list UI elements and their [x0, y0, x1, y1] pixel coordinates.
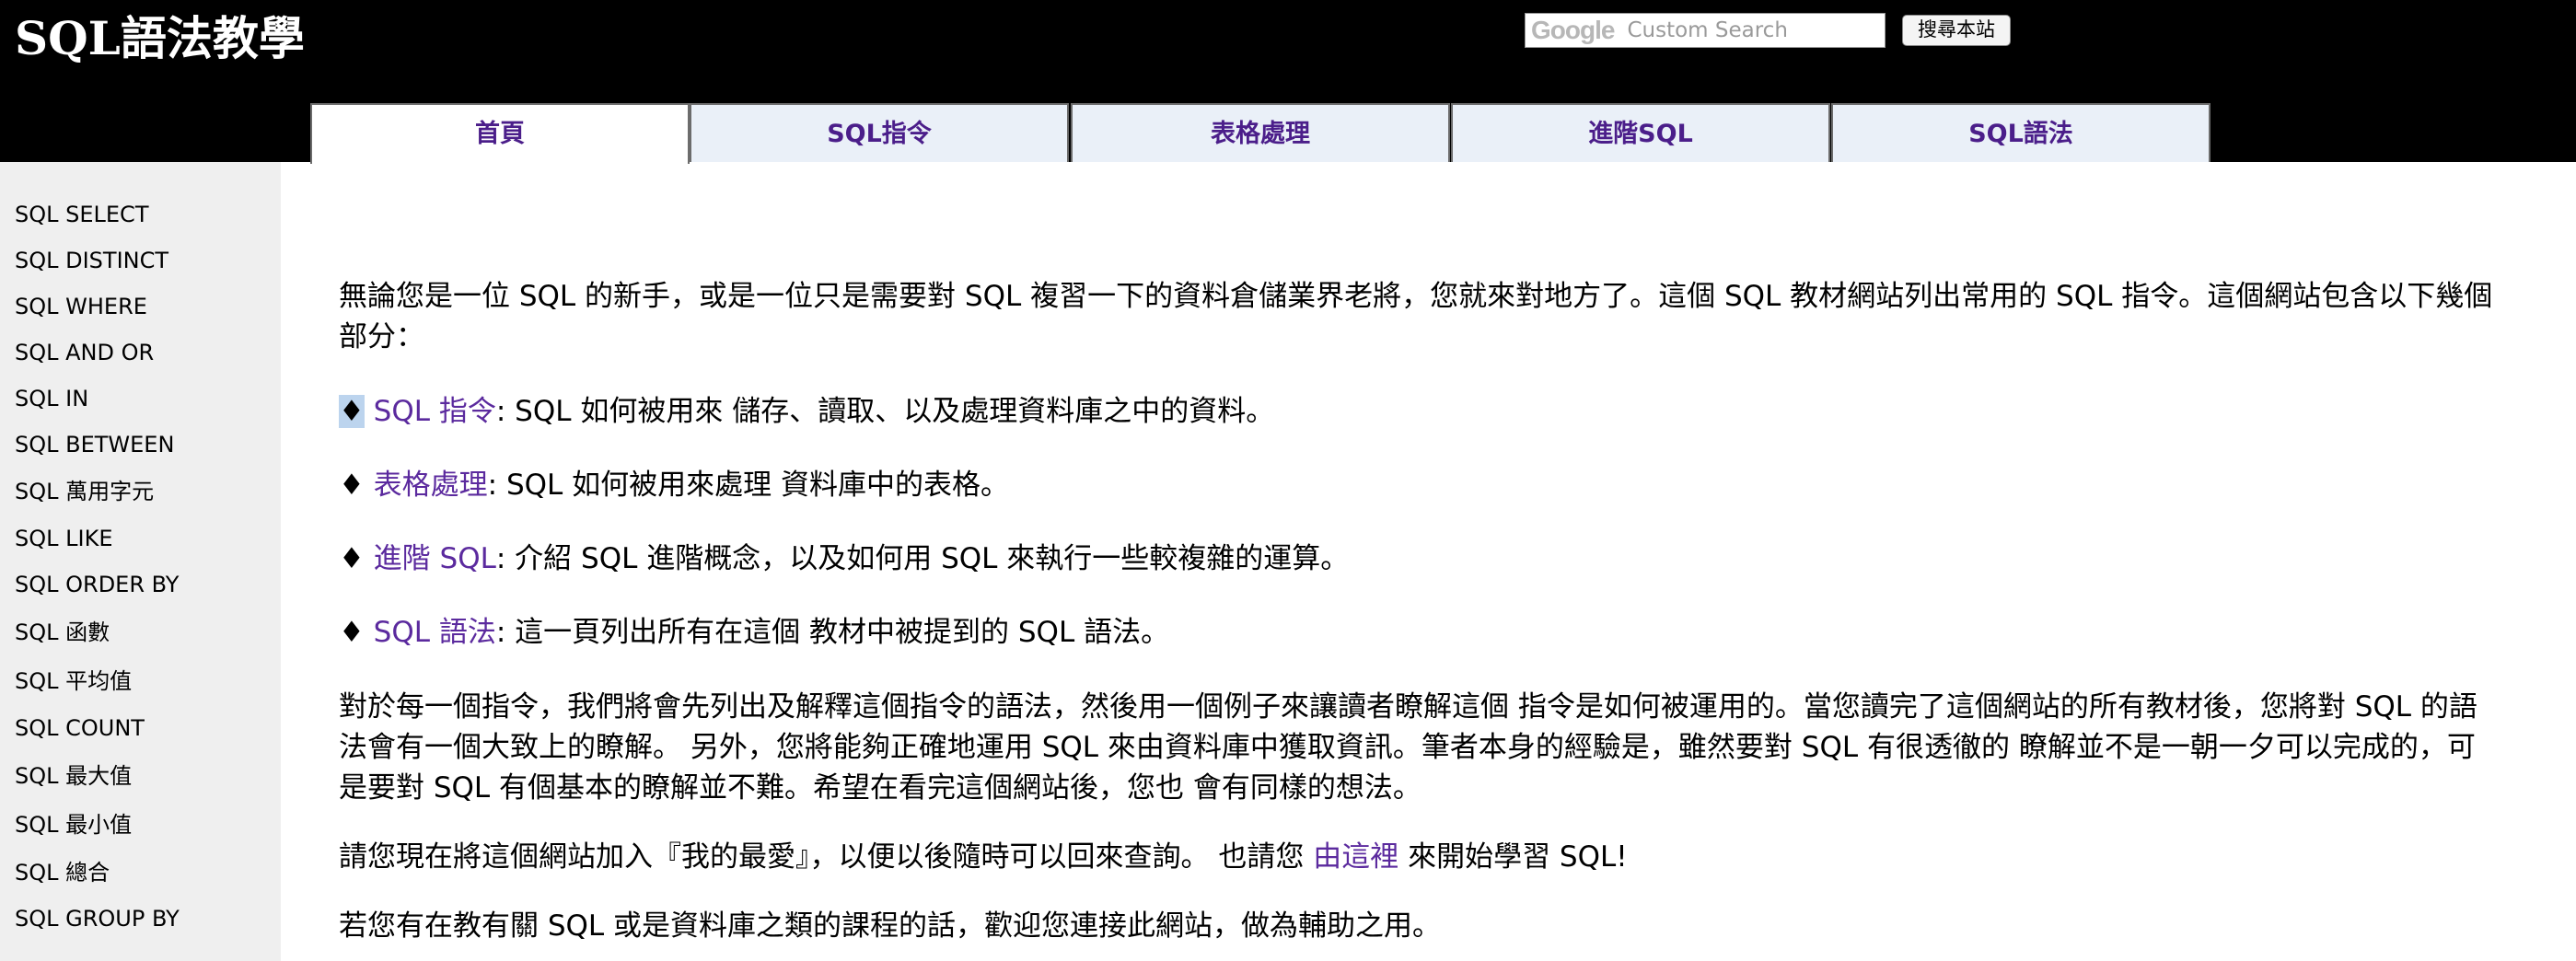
- sidebar-item-wildcard[interactable]: SQL 萬用字元: [15, 478, 154, 505]
- bookmark-text-end: 來開始學習 SQL!: [1398, 840, 1628, 874]
- tab-home[interactable]: 首頁: [310, 103, 690, 164]
- sidebar-item-avg[interactable]: SQL 平均值: [15, 667, 132, 695]
- explanation-paragraph: 對於每一個指令，我們將會先列出及解釋這個指令的語法，然後用一個例子來讓讀者瞭解這…: [339, 690, 2477, 805]
- diamond-icon: ♦: [339, 395, 365, 428]
- section-item-sql-syntax: ♦ SQL 語法: 這一頁列出所有在這個 教材中被提到的 SQL 語法。: [339, 612, 2502, 653]
- sidebar-item-distinct[interactable]: SQL DISTINCT: [15, 247, 168, 274]
- section-description: : SQL 如何被用來處理 資料庫中的表格。: [487, 469, 1010, 502]
- sidebar-item-group-by[interactable]: SQL GROUP BY: [15, 905, 180, 932]
- sidebar-item-functions[interactable]: SQL 函數: [15, 619, 110, 646]
- bookmark-text: 請您現在將這個網站加入『我的最愛』，以便以後隨時可以回來查詢。 也請您: [339, 840, 1314, 874]
- section-description: : SQL 如何被用來 儲存、讀取、以及處理資料庫之中的資料。: [495, 395, 1275, 428]
- section-item-table-manipulation: ♦ 表格處理: SQL 如何被用來處理 資料庫中的表格。: [339, 465, 2502, 505]
- sidebar-item-like[interactable]: SQL LIKE: [15, 525, 112, 552]
- sidebar-item-where[interactable]: SQL WHERE: [15, 293, 147, 320]
- section-item-sql-commands: ♦ SQL 指令: SQL 如何被用來 儲存、讀取、以及處理資料庫之中的資料。: [339, 391, 2502, 432]
- diamond-icon: ♦: [339, 616, 365, 649]
- sidebar-item-and-or[interactable]: SQL AND OR: [15, 339, 154, 366]
- sidebar: SQL SELECT SQL DISTINCT SQL WHERE SQL AN…: [0, 162, 281, 961]
- link-sql-syntax[interactable]: SQL 語法: [374, 616, 496, 649]
- intro-paragraph: 無論您是一位 SQL 的新手，或是一位只是需要對 SQL 複習一下的資料倉儲業界…: [339, 280, 2493, 353]
- sidebar-item-select[interactable]: SQL SELECT: [15, 201, 148, 228]
- sidebar-item-max[interactable]: SQL 最大值: [15, 762, 132, 790]
- sidebar-item-count[interactable]: SQL COUNT: [15, 714, 145, 742]
- search-input[interactable]: Google Custom Search: [1525, 13, 1886, 48]
- site-title[interactable]: SQL語法教學: [15, 9, 305, 68]
- google-logo: Google: [1531, 16, 1615, 44]
- tab-advanced-sql[interactable]: 進階SQL: [1451, 103, 1830, 162]
- sidebar-item-min[interactable]: SQL 最小值: [15, 811, 132, 839]
- sidebar-item-in[interactable]: SQL IN: [15, 385, 88, 412]
- tab-sql-commands[interactable]: SQL指令: [690, 103, 1069, 162]
- search-button[interactable]: 搜尋本站: [1902, 15, 2011, 46]
- link-advanced-sql[interactable]: 進階 SQL: [374, 542, 496, 575]
- bookmark-paragraph: 請您現在將這個網站加入『我的最愛』，以便以後隨時可以回來查詢。 也請您 由這裡 …: [339, 837, 2502, 877]
- sidebar-item-order-by[interactable]: SQL ORDER BY: [15, 571, 179, 598]
- tab-table-manipulation[interactable]: 表格處理: [1071, 103, 1450, 162]
- link-sql-commands[interactable]: SQL 指令: [374, 395, 496, 428]
- tab-sql-syntax[interactable]: SQL語法: [1831, 103, 2210, 162]
- link-table-manipulation[interactable]: 表格處理: [374, 469, 488, 502]
- teaching-paragraph: 若您有在教有關 SQL 或是資料庫之類的課程的話，歡迎您連接此網站，做為輔助之用…: [339, 909, 1442, 943]
- search-placeholder: Custom Search: [1627, 18, 1788, 42]
- diamond-icon: ♦: [339, 542, 365, 575]
- sidebar-item-between[interactable]: SQL BETWEEN: [15, 431, 174, 458]
- page: SQL語法教學 Google Custom Search 搜尋本站 首頁 SQL…: [0, 0, 2576, 961]
- section-description: : 這一頁列出所有在這個 教材中被提到的 SQL 語法。: [495, 616, 1170, 649]
- link-start-here[interactable]: 由這裡: [1313, 840, 1398, 874]
- section-description: : 介紹 SQL 進階概念，以及如何用 SQL 來執行一些較複雜的運算。: [495, 542, 1350, 575]
- section-item-advanced-sql: ♦ 進階 SQL: 介紹 SQL 進階概念，以及如何用 SQL 來執行一些較複雜…: [339, 538, 2502, 579]
- diamond-icon: ♦: [339, 469, 365, 502]
- sidebar-item-sum[interactable]: SQL 總合: [15, 859, 110, 886]
